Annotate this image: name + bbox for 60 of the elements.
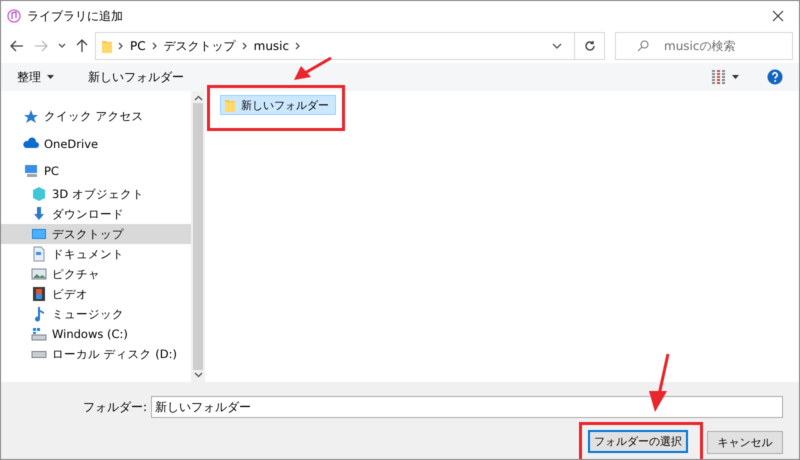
download-icon: [31, 206, 47, 222]
close-icon: [772, 10, 784, 22]
folder-item[interactable]: 新しいフォルダー: [220, 95, 336, 115]
folder-icon: [102, 40, 112, 52]
music-note-icon: [7, 9, 21, 23]
new-folder-button[interactable]: 新しいフォルダー: [88, 68, 184, 86]
help-button[interactable]: [767, 69, 783, 85]
sidebar-item[interactable]: PC: [1, 157, 191, 184]
pictures-icon: [31, 266, 47, 282]
system-drive-icon: [31, 326, 47, 342]
cancel-button[interactable]: キャンセル: [707, 430, 783, 454]
pointer-arrow: [293, 57, 333, 81]
sidebar-item[interactable]: デスクトップ: [1, 224, 191, 244]
chevron-right-icon: [152, 42, 158, 50]
arrow-left-icon: [10, 40, 24, 52]
help-icon: [767, 69, 783, 85]
drive-icon: [31, 350, 47, 358]
star-icon: [23, 108, 39, 124]
address-bar[interactable]: PC デスクトップ music: [95, 32, 605, 60]
select-folder-button[interactable]: フォルダーの選択: [588, 430, 688, 453]
chevron-right-icon: [242, 42, 248, 50]
arrow-right-icon: [34, 40, 48, 52]
folder-name-field[interactable]: 新しいフォルダー: [151, 396, 783, 418]
window-title: ライブラリに追加: [27, 8, 124, 24]
chevron-right-icon: [118, 42, 124, 50]
breadcrumb[interactable]: デスクトップ: [164, 38, 236, 54]
sidebar-item[interactable]: Windows (C:): [1, 324, 191, 344]
scroll-up-icon: [194, 95, 202, 101]
dropdown-triangle-icon: [732, 75, 739, 79]
chevron-down-icon: [552, 43, 562, 49]
document-icon: [31, 246, 47, 262]
chevron-down-icon: [58, 43, 66, 49]
scroll-down-icon: [194, 372, 202, 378]
sidebar-item[interactable]: クイック アクセス: [1, 103, 191, 130]
view-options-button[interactable]: [712, 70, 739, 84]
breadcrumb[interactable]: PC: [130, 39, 146, 53]
cube-icon: [31, 186, 47, 202]
sidebar-item[interactable]: ビデオ: [1, 284, 191, 304]
sidebar-item[interactable]: ローカル ディスク (D:): [1, 344, 191, 364]
dropdown-triangle-icon: [47, 75, 54, 79]
sidebar-item[interactable]: ミュージック: [1, 304, 191, 324]
sidebar-item[interactable]: ドキュメント: [1, 244, 191, 264]
refresh-icon: [584, 40, 596, 52]
search-icon: [637, 40, 649, 52]
computer-icon: [23, 162, 39, 178]
sidebar-item[interactable]: ピクチャ: [1, 264, 191, 284]
video-icon: [31, 286, 47, 302]
sidebar-item[interactable]: OneDrive: [1, 130, 191, 157]
folder-icon: [225, 98, 235, 112]
organize-button[interactable]: 整理: [17, 68, 54, 86]
sidebar-item[interactable]: ダウンロード: [1, 204, 191, 224]
sidebar-item[interactable]: 3D オブジェクト: [1, 184, 191, 204]
arrow-up-icon: [76, 39, 88, 53]
chevron-right-icon: [295, 42, 302, 50]
desktop-icon: [31, 226, 47, 242]
breadcrumb[interactable]: music: [254, 39, 290, 53]
view-grid-icon: [712, 70, 726, 84]
search-field[interactable]: musicの検索: [615, 32, 793, 60]
scrollbar[interactable]: [191, 91, 205, 382]
folder-label: フォルダー:: [82, 398, 147, 416]
